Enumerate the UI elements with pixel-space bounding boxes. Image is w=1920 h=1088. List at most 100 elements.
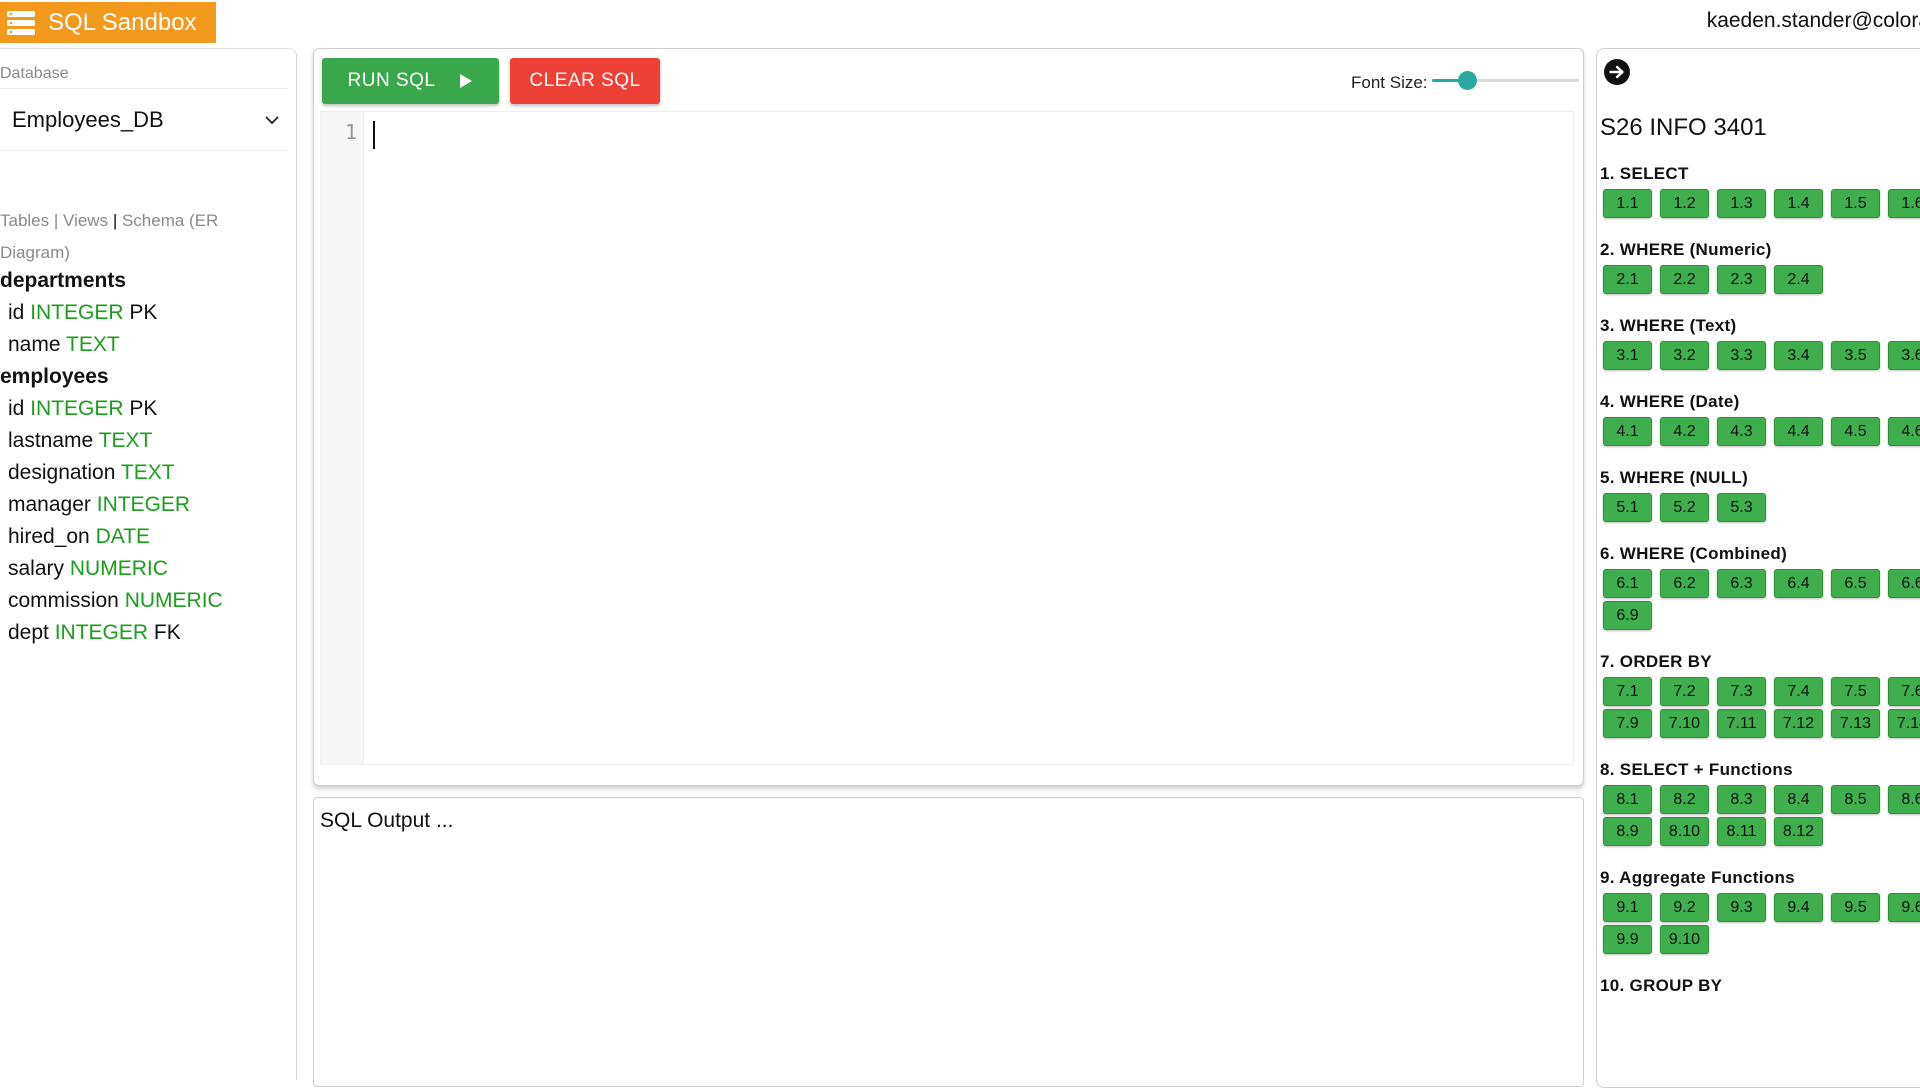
exercise-button[interactable]: 1.2 xyxy=(1660,189,1709,218)
exercise-button[interactable]: 8.11 xyxy=(1717,817,1766,846)
exercise-section: 1. SELECT 1.1 1.2 1.3 1.4 1.5 1.6 xyxy=(1600,163,1920,221)
exercise-button-row: 2.1 2.2 2.3 2.4 xyxy=(1600,265,1920,297)
exercise-section-title: 8. SELECT + Functions xyxy=(1600,760,1793,779)
text-cursor xyxy=(373,121,375,149)
exercise-button[interactable]: 3.4 xyxy=(1774,341,1823,370)
exercise-button[interactable]: 8.12 xyxy=(1774,817,1823,846)
exercise-button-row: 4.1 4.2 4.3 4.4 4.5 4.6 xyxy=(1600,417,1920,449)
exercise-button[interactable]: 7.6 xyxy=(1888,677,1920,706)
exercise-button[interactable]: 7.9 xyxy=(1603,709,1652,738)
exercise-button[interactable]: 1.6 xyxy=(1888,189,1920,218)
sql-output-panel: SQL Output ... xyxy=(313,797,1584,1087)
exercise-button[interactable]: 8.2 xyxy=(1660,785,1709,814)
column-name: lastname xyxy=(8,429,94,452)
exercise-button[interactable]: 4.5 xyxy=(1831,417,1880,446)
exercise-button[interactable]: 7.14 xyxy=(1888,709,1920,738)
exercise-section: 2. WHERE (Numeric) 2.1 2.2 2.3 2.4 xyxy=(1600,239,1920,297)
exercise-button[interactable]: 9.6 xyxy=(1888,893,1920,922)
exercise-button[interactable]: 5.1 xyxy=(1603,493,1652,522)
column-name: commission xyxy=(8,589,119,612)
exercise-button[interactable]: 9.5 xyxy=(1831,893,1880,922)
exercise-button[interactable]: 1.5 xyxy=(1831,189,1880,218)
exercise-button[interactable]: 2.2 xyxy=(1660,265,1709,294)
exercise-button[interactable]: 8.4 xyxy=(1774,785,1823,814)
exercise-button[interactable]: 3.3 xyxy=(1717,341,1766,370)
exercise-button[interactable]: 7.3 xyxy=(1717,677,1766,706)
exercise-button[interactable]: 8.9 xyxy=(1603,817,1652,846)
table-name-departments[interactable]: departments xyxy=(0,265,290,297)
exercise-button[interactable]: 8.10 xyxy=(1660,817,1709,846)
exercise-button[interactable]: 3.1 xyxy=(1603,341,1652,370)
exercise-button[interactable]: 6.9 xyxy=(1603,601,1652,630)
user-email[interactable]: kaeden.stander@colora xyxy=(1707,9,1920,33)
exercise-button[interactable]: 4.2 xyxy=(1660,417,1709,446)
arrow-right-circle-icon[interactable] xyxy=(1603,58,1631,86)
exercise-button[interactable]: 2.4 xyxy=(1774,265,1823,294)
run-sql-label: RUN SQL xyxy=(347,70,436,91)
sql-code-editor[interactable]: 1 xyxy=(320,111,1574,765)
run-sql-button[interactable]: RUN SQL xyxy=(322,58,499,104)
exercise-button[interactable]: 6.6 xyxy=(1888,569,1920,598)
exercise-button[interactable]: 4.1 xyxy=(1603,417,1652,446)
exercise-button[interactable]: 8.6 xyxy=(1888,785,1920,814)
column-type: DATE xyxy=(95,525,151,548)
exercise-button[interactable]: 7.5 xyxy=(1831,677,1880,706)
column-key: PK xyxy=(129,397,158,420)
clear-sql-button[interactable]: CLEAR SQL xyxy=(510,58,660,104)
exercise-button[interactable]: 7.13 xyxy=(1831,709,1880,738)
exercise-button[interactable]: 4.3 xyxy=(1717,417,1766,446)
app-brand-button[interactable]: SQL Sandbox xyxy=(0,2,216,43)
exercise-button[interactable]: 7.2 xyxy=(1660,677,1709,706)
column-type: TEXT xyxy=(120,461,175,484)
line-number: 1 xyxy=(344,120,357,144)
views-link[interactable]: Views xyxy=(63,211,108,230)
exercise-button[interactable]: 9.10 xyxy=(1660,925,1709,954)
exercise-button[interactable]: 9.2 xyxy=(1660,893,1709,922)
database-label: Database xyxy=(0,65,69,82)
exercise-button[interactable]: 8.5 xyxy=(1831,785,1880,814)
exercise-button[interactable]: 9.3 xyxy=(1717,893,1766,922)
exercise-button[interactable]: 7.10 xyxy=(1660,709,1709,738)
exercise-button[interactable]: 1.1 xyxy=(1603,189,1652,218)
exercise-button[interactable]: 7.12 xyxy=(1774,709,1823,738)
exercise-button-row: 7.9 7.10 7.11 7.12 7.13 7.14 xyxy=(1600,709,1920,741)
exercise-button[interactable]: 4.6 xyxy=(1888,417,1920,446)
exercise-button[interactable]: 6.4 xyxy=(1774,569,1823,598)
tables-link[interactable]: Tables xyxy=(0,211,49,230)
exercise-button[interactable]: 1.3 xyxy=(1717,189,1766,218)
exercise-button[interactable]: 6.1 xyxy=(1603,569,1652,598)
table-name-employees[interactable]: employees xyxy=(0,361,290,393)
exercise-section: 6. WHERE (Combined) 6.1 6.2 6.3 6.4 6.5 6.6 6.9 xyxy=(1600,543,1920,633)
exercise-button[interactable]: 8.1 xyxy=(1603,785,1652,814)
exercise-button[interactable]: 4.4 xyxy=(1774,417,1823,446)
font-size-slider[interactable] xyxy=(1432,69,1579,91)
exercise-button-row: 7.1 7.2 7.3 7.4 7.5 7.6 xyxy=(1600,677,1920,709)
exercise-button[interactable]: 2.3 xyxy=(1717,265,1766,294)
exercise-button[interactable]: 7.4 xyxy=(1774,677,1823,706)
exercise-button[interactable]: 8.3 xyxy=(1717,785,1766,814)
column-name: manager xyxy=(8,493,91,516)
exercise-button[interactable]: 2.1 xyxy=(1603,265,1652,294)
exercise-button[interactable]: 3.6 xyxy=(1888,341,1920,370)
exercise-button[interactable]: 7.1 xyxy=(1603,677,1652,706)
exercise-button[interactable]: 9.9 xyxy=(1603,925,1652,954)
exercise-button[interactable]: 9.1 xyxy=(1603,893,1652,922)
exercise-button[interactable]: 5.2 xyxy=(1660,493,1709,522)
slider-thumb[interactable] xyxy=(1458,71,1477,90)
column-name: id xyxy=(8,397,25,420)
exercise-button[interactable]: 9.4 xyxy=(1774,893,1823,922)
column-name: name xyxy=(8,333,61,356)
exercise-button-row: 9.9 9.10 xyxy=(1600,925,1920,957)
database-select[interactable]: Employees_DB xyxy=(0,88,288,151)
exercise-button[interactable]: 7.11 xyxy=(1717,709,1766,738)
exercise-button[interactable]: 6.3 xyxy=(1717,569,1766,598)
exercise-button[interactable]: 3.2 xyxy=(1660,341,1709,370)
exercise-section-title: 1. SELECT xyxy=(1600,164,1689,183)
exercise-button[interactable]: 6.2 xyxy=(1660,569,1709,598)
link-separator: | xyxy=(112,211,118,230)
exercise-button[interactable]: 6.5 xyxy=(1831,569,1880,598)
exercise-button[interactable]: 1.4 xyxy=(1774,189,1823,218)
course-title: S26 INFO 3401 xyxy=(1600,114,1767,141)
exercise-button[interactable]: 5.3 xyxy=(1717,493,1766,522)
exercise-button[interactable]: 3.5 xyxy=(1831,341,1880,370)
